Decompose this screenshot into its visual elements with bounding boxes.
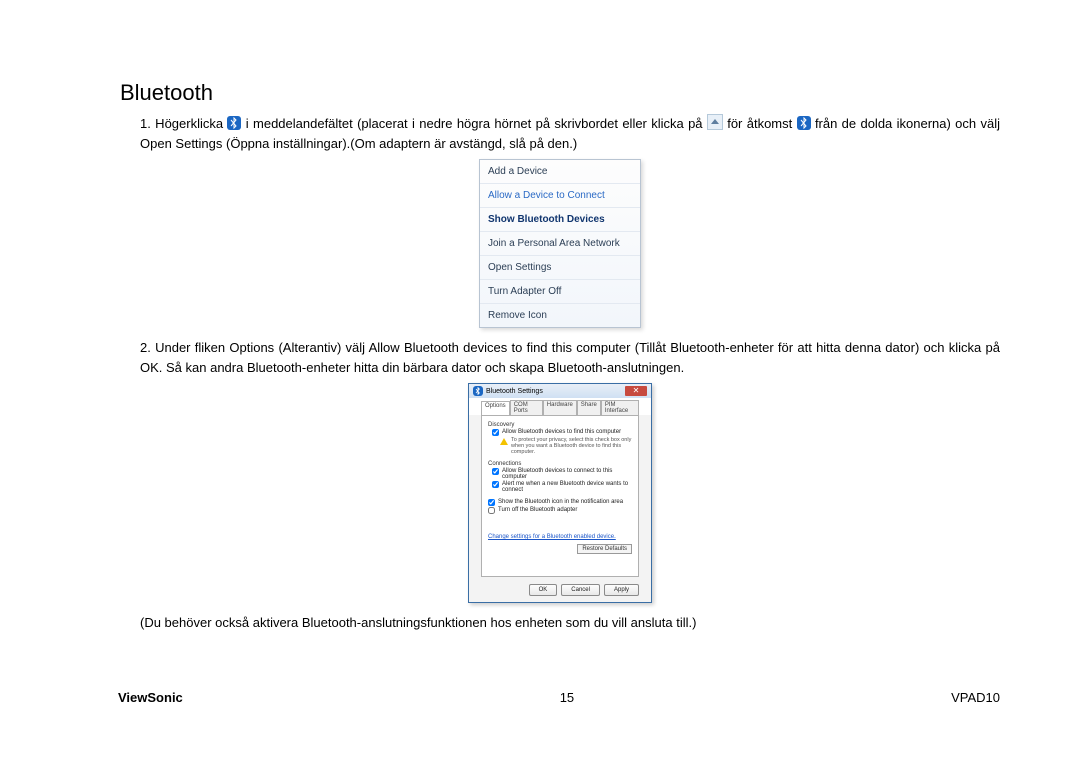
tab-share[interactable]: Share (577, 400, 601, 415)
ctx-remove-icon[interactable]: Remove Icon (480, 304, 640, 327)
ctx-open-settings[interactable]: Open Settings (480, 256, 640, 280)
dialog-titlebar: Bluetooth Settings ✕ (469, 384, 651, 398)
tab-com-ports[interactable]: COM Ports (510, 400, 543, 415)
bluetooth-settings-dialog: Bluetooth Settings ✕ Options COM Ports H… (468, 383, 652, 603)
alert-new-checkbox[interactable]: Alert me when a new Bluetooth device wan… (492, 481, 632, 493)
footer-page: 15 (560, 690, 574, 705)
tab-hardware[interactable]: Hardware (543, 400, 577, 415)
show-icon-label: Show the Bluetooth icon in the notificat… (498, 499, 623, 505)
ctx-allow-connect[interactable]: Allow a Device to Connect (480, 184, 640, 208)
discovery-header: Discovery (488, 422, 632, 428)
alert-new-input[interactable] (492, 481, 499, 488)
tab-pim[interactable]: PIM Interface (601, 400, 639, 415)
alert-new-label: Alert me when a new Bluetooth device wan… (502, 481, 632, 493)
tray-arrow-icon (707, 114, 723, 130)
ctx-show-devices[interactable]: Show Bluetooth Devices (480, 208, 640, 232)
restore-defaults-button[interactable]: Restore Defaults (577, 544, 632, 554)
dialog-title: Bluetooth Settings (486, 388, 543, 395)
page-title: Bluetooth (120, 80, 1000, 106)
allow-connect-input[interactable] (492, 468, 499, 475)
turn-off-checkbox[interactable]: Turn off the Bluetooth adapter (488, 507, 632, 514)
turn-off-input[interactable] (488, 507, 495, 514)
privacy-warning: To protect your privacy, select this che… (500, 437, 632, 455)
ctx-join-pan[interactable]: Join a Personal Area Network (480, 232, 640, 256)
turn-off-label: Turn off the Bluetooth adapter (498, 507, 577, 513)
bluetooth-icon (797, 116, 811, 130)
allow-find-label: Allow Bluetooth devices to find this com… (502, 429, 621, 435)
dialog-tabs: Options COM Ports Hardware Share PIM Int… (469, 398, 651, 415)
step1-paragraph: 1. Högerklicka i meddelandefältet (place… (120, 114, 1000, 153)
ctx-add-device[interactable]: Add a Device (480, 160, 640, 184)
warning-text: To protect your privacy, select this che… (511, 437, 632, 455)
connections-header: Connections (488, 461, 632, 467)
bluetooth-icon (227, 116, 241, 130)
close-icon[interactable]: ✕ (625, 386, 647, 396)
allow-find-checkbox[interactable]: Allow Bluetooth devices to find this com… (492, 429, 632, 436)
footer-brand: ViewSonic (118, 690, 183, 705)
page-footer: ViewSonic 15 VPAD10 (118, 690, 1000, 705)
change-settings-link[interactable]: Change settings for a Bluetooth enabled … (488, 534, 632, 540)
step1-part2: i meddelandefältet (placerat i nedre hög… (246, 116, 707, 131)
bluetooth-icon (473, 386, 483, 396)
ctx-turn-off[interactable]: Turn Adapter Off (480, 280, 640, 304)
bluetooth-context-menu: Add a Device Allow a Device to Connect S… (479, 159, 641, 328)
allow-connect-checkbox[interactable]: Allow Bluetooth devices to connect to th… (492, 468, 632, 480)
cancel-button[interactable]: Cancel (561, 584, 600, 596)
step1-part3: för åtkomst (727, 116, 796, 131)
footer-model: VPAD10 (951, 690, 1000, 705)
allow-connect-label: Allow Bluetooth devices to connect to th… (502, 468, 632, 480)
show-icon-input[interactable] (488, 499, 495, 506)
allow-find-input[interactable] (492, 429, 499, 436)
step2-paragraph: 2. Under fliken Options (Alterantiv) väl… (120, 338, 1000, 377)
ok-button[interactable]: OK (529, 584, 558, 596)
apply-button[interactable]: Apply (604, 584, 639, 596)
step1-lead: 1. Högerklicka (140, 116, 227, 131)
tab-options[interactable]: Options (481, 401, 510, 416)
warning-icon (500, 438, 508, 445)
show-icon-checkbox[interactable]: Show the Bluetooth icon in the notificat… (488, 499, 632, 506)
note-paragraph: (Du behöver också aktivera Bluetooth-ans… (120, 613, 1000, 633)
